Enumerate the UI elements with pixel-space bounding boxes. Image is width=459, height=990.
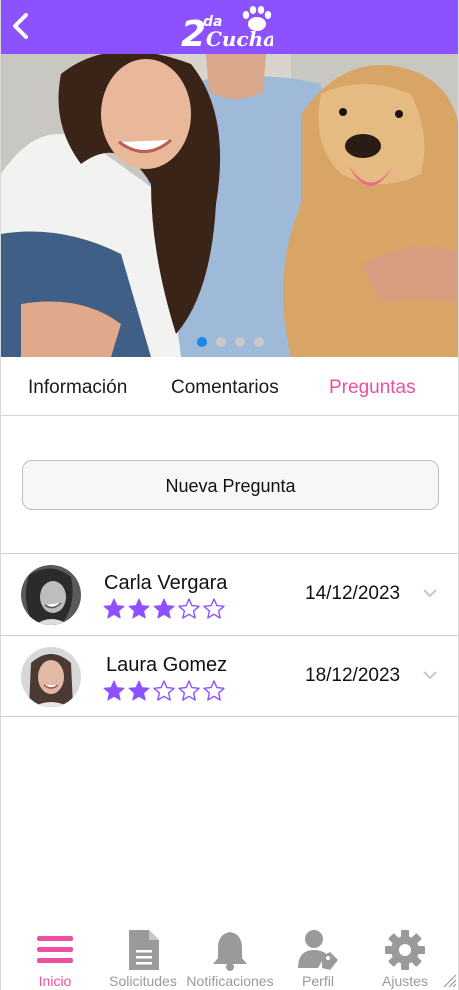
rating-stars <box>102 597 226 621</box>
star-outline-icon <box>178 598 200 619</box>
resize-handle-icon[interactable] <box>441 972 457 988</box>
nav-label: Inicio <box>38 973 72 989</box>
questions-list: Carla Vergara 14/12/2023 Laura Gomez 18/… <box>1 553 458 717</box>
carousel-dot[interactable] <box>216 337 226 347</box>
carousel-indicator <box>1 337 458 349</box>
avatar <box>21 565 81 625</box>
carousel-dot[interactable] <box>235 337 245 347</box>
question-author-name: Laura Gomez <box>106 654 228 676</box>
app-logo: 2 da Cucha <box>181 6 273 50</box>
question-date: 14/12/2023 <box>305 583 401 604</box>
rating-stars <box>102 679 226 703</box>
new-question-button[interactable]: Nueva Pregunta <box>22 460 439 510</box>
star-filled-icon <box>153 598 175 619</box>
bell-icon <box>213 932 247 971</box>
nav-label: Notificaciones <box>186 973 274 989</box>
carousel-dot[interactable] <box>254 337 264 347</box>
tab-comentarios[interactable]: Comentarios <box>171 358 279 416</box>
app-screen: 2 da Cucha Información Comentarios Pregu… <box>0 0 459 990</box>
document-icon <box>129 930 159 970</box>
tab-informacion[interactable]: Información <box>28 358 127 416</box>
star-outline-icon <box>178 680 200 701</box>
hero-photo[interactable] <box>1 54 458 357</box>
gear-icon <box>385 930 425 970</box>
nav-solicitudes[interactable]: Solicitudes <box>97 918 189 990</box>
question-date: 18/12/2023 <box>305 665 401 686</box>
nav-perfil[interactable]: Perfil <box>272 918 364 990</box>
question-author-name: Carla Vergara <box>104 572 228 594</box>
chevron-left-icon <box>13 13 28 39</box>
star-filled-icon <box>103 598 125 619</box>
chevron-down-icon[interactable] <box>422 587 438 599</box>
star-outline-icon <box>203 680 225 701</box>
tab-preguntas[interactable]: Preguntas <box>329 358 416 416</box>
carousel-dot[interactable] <box>197 337 207 347</box>
chevron-down-icon[interactable] <box>422 669 438 681</box>
nav-ajustes[interactable]: Ajustes <box>359 918 451 990</box>
menu-icon <box>37 936 73 963</box>
avatar <box>21 647 81 707</box>
star-outline-icon <box>153 680 175 701</box>
user-tag-icon <box>298 930 338 970</box>
section-tabs: Información Comentarios Preguntas <box>1 358 458 416</box>
star-filled-icon <box>128 680 150 701</box>
nav-notificaciones[interactable]: Notificaciones <box>184 918 276 990</box>
svg-text:Cucha: Cucha <box>206 27 273 50</box>
bottom-navigation: Inicio Solicitudes Notificaciones Perfil… <box>1 918 458 990</box>
question-row[interactable]: Laura Gomez 18/12/2023 <box>1 635 458 717</box>
app-header: 2 da Cucha <box>1 0 458 54</box>
star-filled-icon <box>128 598 150 619</box>
family-with-dog-photo <box>1 54 458 357</box>
nav-inicio[interactable]: Inicio <box>9 918 101 990</box>
nav-label: Ajustes <box>382 973 428 989</box>
question-row[interactable]: Carla Vergara 14/12/2023 <box>1 553 458 635</box>
nav-label: Perfil <box>302 973 334 989</box>
star-outline-icon <box>203 598 225 619</box>
star-filled-icon <box>103 680 125 701</box>
back-button[interactable] <box>7 8 37 44</box>
nav-label: Solicitudes <box>109 973 177 989</box>
